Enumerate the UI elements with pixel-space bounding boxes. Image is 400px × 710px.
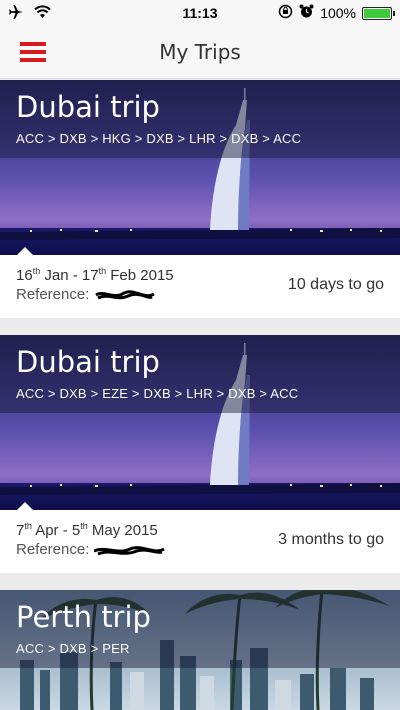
trip-card[interactable]: Dubai trip ACC > DXB > HKG > DXB > LHR >… (0, 80, 400, 318)
trip-hero-image: Perth trip ACC > DXB > PER (0, 590, 400, 710)
trip-title: Dubai trip (16, 345, 160, 379)
nav-bar: My Trips (0, 27, 400, 79)
trip-route: ACC > DXB > HKG > DXB > LHR > DXB > ACC (16, 131, 302, 146)
rotation-lock-icon (278, 4, 293, 22)
trip-route: ACC > DXB > PER (16, 641, 130, 656)
trip-info: 16th Jan - 17th Feb 2015 Reference: 10 d… (0, 247, 400, 318)
battery-percent: 100% (320, 5, 356, 21)
trip-hero-image: Dubai trip ACC > DXB > EZE > DXB > LHR >… (0, 335, 400, 510)
redaction-scribble (93, 546, 165, 556)
trip-title: Dubai trip (16, 90, 160, 124)
trip-card[interactable]: Dubai trip ACC > DXB > EZE > DXB > LHR >… (0, 335, 400, 573)
alarm-icon (299, 4, 314, 22)
trip-hero-image: Dubai trip ACC > DXB > HKG > DXB > LHR >… (0, 80, 400, 255)
trip-info: 7th Apr - 5th May 2015 Reference: 3 mont… (0, 502, 400, 573)
trip-countdown: 10 days to go (287, 276, 384, 293)
battery-icon (362, 6, 395, 20)
trip-title: Perth trip (16, 600, 151, 634)
trip-countdown: 3 months to go (278, 531, 384, 548)
trip-route: ACC > DXB > EZE > DXB > LHR > DXB > ACC (16, 386, 299, 401)
trip-dates: 16th Jan - 17th Feb 2015 (16, 266, 174, 284)
trip-reference: Reference: (16, 286, 156, 303)
redaction-scribble (94, 290, 155, 300)
page-title: My Trips (159, 40, 241, 64)
status-bar: 11:13 100% (0, 0, 400, 27)
trip-dates: 7th Apr - 5th May 2015 (16, 521, 158, 539)
trip-card[interactable]: Perth trip ACC > DXB > PER (0, 590, 400, 710)
trip-reference: Reference: (16, 541, 166, 558)
